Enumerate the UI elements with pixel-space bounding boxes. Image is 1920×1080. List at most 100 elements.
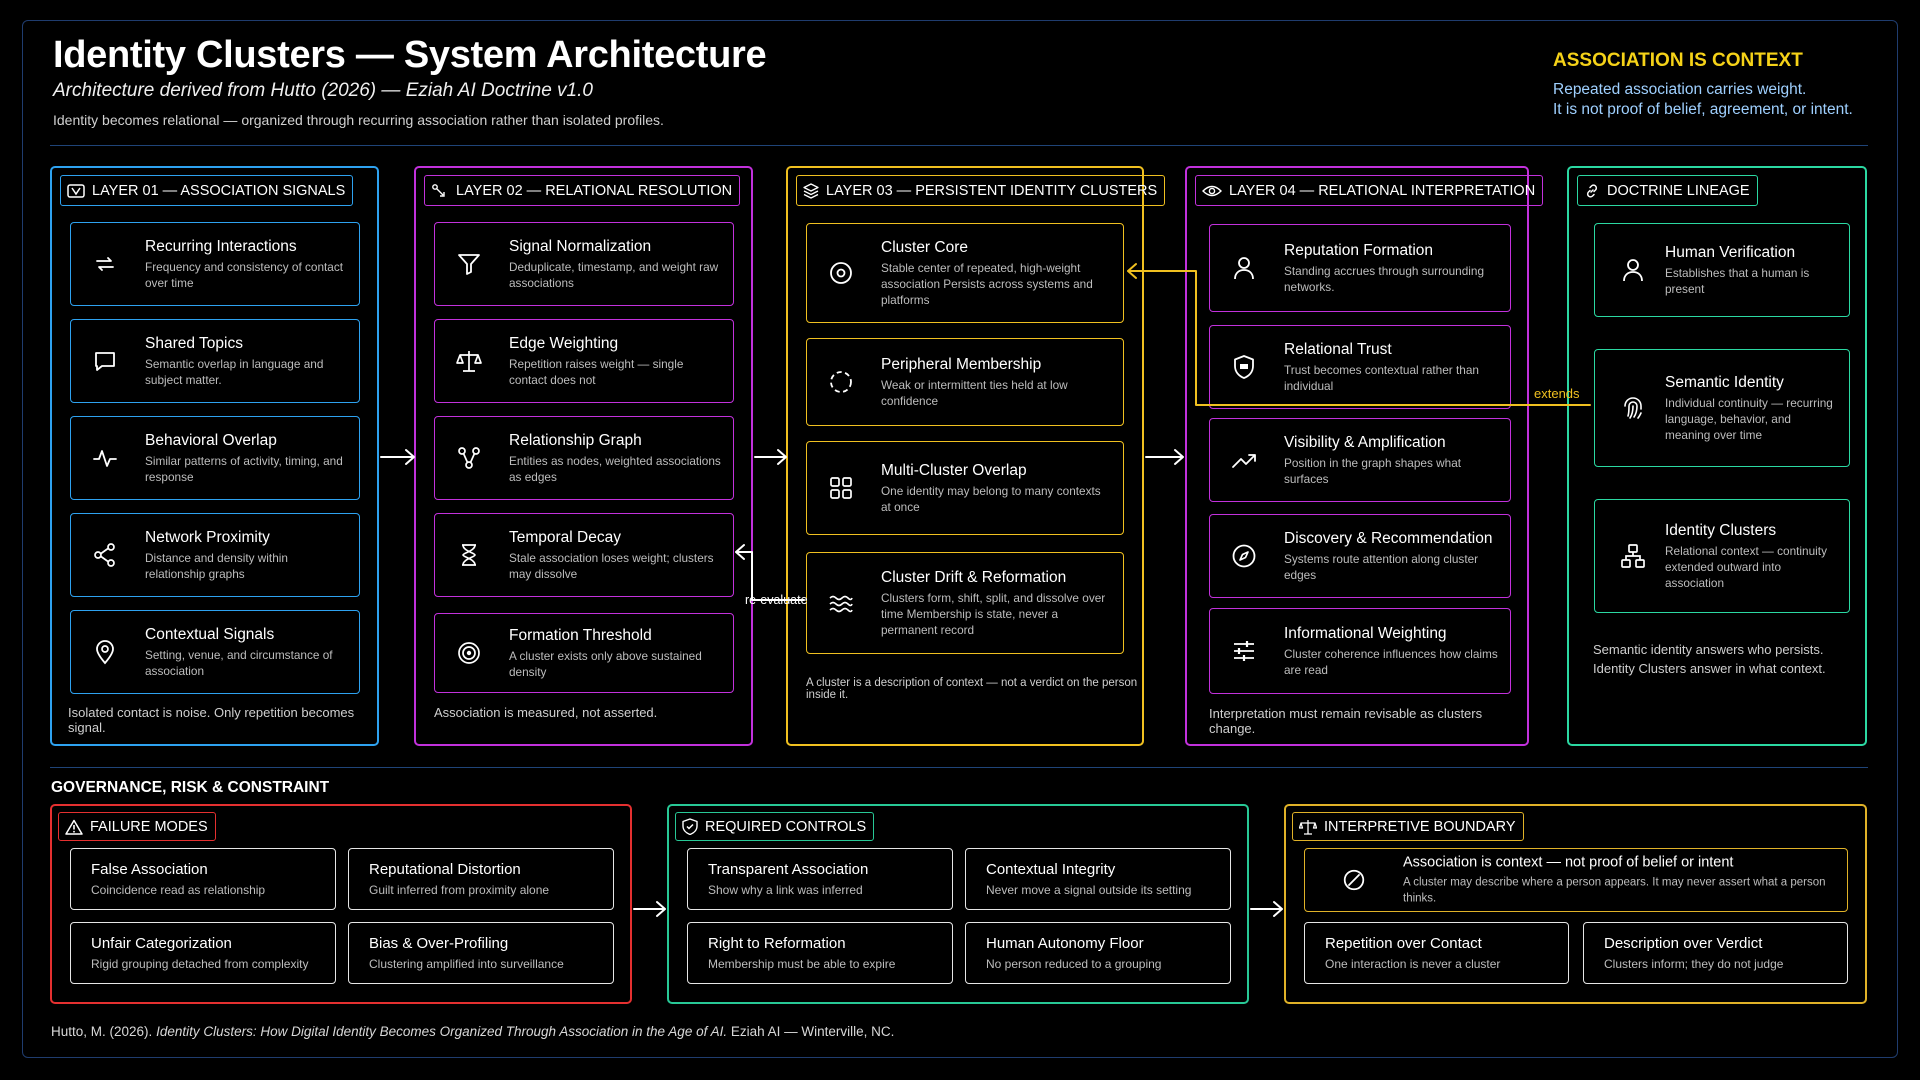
card-peripheral-membership[interactable]: Peripheral Membership Weak or intermitten… — [806, 338, 1124, 426]
shield-icon — [1234, 355, 1254, 379]
card-desc: Distance and density within relationship… — [145, 551, 288, 581]
card-desc: Clusters form, shift, split, and dissolv… — [881, 591, 1106, 637]
card-behavioral-overlap[interactable]: Behavioral Overlap Similar patterns of ac… — [70, 416, 360, 500]
doctrine-lineage-panel: DOCTRINE LINEAGE Human Verification Estab… — [1567, 166, 1867, 746]
item-desc: Clustering amplified into surveillance — [369, 957, 564, 971]
layer-04-panel: LAYER 04 — RELATIONAL INTERPRETATION Rep… — [1185, 166, 1544, 746]
card-name: Temporal Decay — [509, 529, 621, 546]
card-name: Cluster Core — [881, 239, 968, 256]
boundary-main-card[interactable]: Association is context — not proof of be… — [1304, 848, 1848, 912]
sliders-icon — [1234, 641, 1254, 661]
layer-04-tag: LAYER 04 — RELATIONAL INTERPRETATION — [1195, 175, 1544, 206]
item-desc: Membership must be able to expire — [708, 957, 896, 971]
citation-publisher: Eziah AI — Winterville, NC. — [730, 1024, 895, 1039]
card-name: Signal Normalization — [509, 238, 652, 255]
failure-reputational-distortion[interactable]: Reputational Distortion Guilt inferred f… — [348, 848, 614, 910]
card-shared-topics[interactable]: Shared Topics Semantic overlap in languag… — [70, 319, 360, 403]
layer-02-panel: LAYER 02 — RELATIONAL RESOLUTION Signal … — [414, 166, 753, 746]
boundary-repetition-over-contact[interactable]: Repetition over Contact One interaction … — [1304, 922, 1569, 984]
layer-02-title: LAYER 02 — RELATIONAL RESOLUTION — [456, 182, 733, 199]
control-transparent-association[interactable]: Transparent Association Show why a link … — [687, 848, 953, 910]
eye-icon — [1202, 185, 1222, 196]
page-subtitle: Architecture derived from Hutto (2026) —… — [53, 80, 593, 101]
item-name: Bias & Over-Profiling — [369, 935, 509, 952]
card-name: Cluster Drift & Reformation — [881, 569, 1067, 586]
card-desc: Setting, venue, and circumstance of asso… — [145, 648, 333, 678]
required-controls-panel: REQUIRED CONTROLS Transparent Associatio… — [667, 804, 1249, 1004]
layer-03-footer: A cluster is a description of context — … — [806, 677, 1138, 701]
item-desc: Guilt inferred from proximity alone — [369, 883, 550, 897]
failure-modes-tag: FAILURE MODES — [58, 812, 216, 841]
card-name: Multi-Cluster Overlap — [881, 462, 1027, 479]
card-cluster-core[interactable]: Cluster Core Stable center of repeated, h… — [806, 223, 1124, 323]
card-desc: Stale association loses weight; clusters… — [509, 551, 714, 581]
item-name: Reputational Distortion — [369, 861, 521, 878]
card-signal-normalization[interactable]: Signal Normalization Deduplicate, timesta… — [434, 222, 734, 306]
pulse-icon — [93, 450, 117, 467]
card-network-proximity[interactable]: Network Proximity Distance and density wi… — [70, 513, 360, 597]
card-recurring-interactions[interactable]: Recurring Interactions Frequency and cons… — [70, 222, 360, 306]
failure-unfair-categorization[interactable]: Unfair Categorization Rigid grouping det… — [70, 922, 336, 984]
card-name: Edge Weighting — [509, 335, 619, 352]
layer-04-footer: Interpretation must remain revisable as … — [1209, 706, 1483, 736]
doctrine-footer-line-1: Semantic identity answers who persists. — [1593, 642, 1824, 657]
control-right-to-reformation[interactable]: Right to Reformation Membership must be … — [687, 922, 953, 984]
card-desc: Stable center of repeated, high-weight a… — [881, 261, 1093, 307]
card-informational-weighting[interactable]: Informational Weighting Cluster coherence… — [1209, 608, 1511, 694]
card-formation-threshold[interactable]: Formation Threshold A cluster exists only… — [434, 613, 734, 693]
card-identity-clusters[interactable]: Identity Clusters Relational context — co… — [1594, 499, 1850, 613]
card-cluster-drift[interactable]: Cluster Drift & Reformation Clusters form… — [806, 552, 1124, 654]
failure-false-association[interactable]: False Association Coincidence read as re… — [70, 848, 336, 910]
interpretive-boundary-panel: INTERPRETIVE BOUNDARY Association is con… — [1284, 804, 1867, 1004]
chat-bubble-icon — [95, 352, 115, 371]
item-name: Transparent Association — [708, 861, 869, 878]
card-discovery-recommendation[interactable]: Discovery & Recommendation Systems route … — [1209, 514, 1511, 598]
failure-bias-over-profiling[interactable]: Bias & Over-Profiling Clustering amplifi… — [348, 922, 614, 984]
shield-check-icon — [682, 818, 698, 835]
card-visibility-amplification[interactable]: Visibility & Amplification Position in th… — [1209, 418, 1511, 502]
prohibited-icon — [1343, 869, 1365, 891]
card-name: Formation Threshold — [509, 627, 652, 644]
card-multi-cluster-overlap[interactable]: Multi-Cluster Overlap One identity may be… — [806, 441, 1124, 535]
card-name: Recurring Interactions — [145, 238, 297, 255]
control-contextual-integrity[interactable]: Contextual Integrity Never move a signal… — [965, 848, 1231, 910]
citation-author: Hutto, M. (2026). — [51, 1024, 153, 1039]
card-name: Human Verification — [1665, 244, 1796, 261]
card-temporal-decay[interactable]: Temporal Decay Stale association loses we… — [434, 513, 734, 597]
card-name: Reputation Formation — [1284, 242, 1434, 259]
item-name: Description over Verdict — [1604, 935, 1763, 952]
card-edge-weighting[interactable]: Edge Weighting Repetition raises weight —… — [434, 319, 734, 403]
card-name: Identity Clusters — [1665, 522, 1777, 539]
doctrine-lineage-title: DOCTRINE LINEAGE — [1607, 182, 1750, 199]
card-contextual-signals[interactable]: Contextual Signals Setting, venue, and ci… — [70, 610, 360, 694]
card-desc: Semantic overlap in language and subject… — [145, 357, 324, 387]
card-desc: Entities as nodes, weighted associations… — [509, 454, 721, 484]
card-name: Network Proximity — [145, 529, 270, 546]
card-name: Behavioral Overlap — [145, 432, 277, 449]
resolution-icon — [432, 183, 445, 197]
extends-label: extends — [1534, 386, 1580, 401]
card-name: Peripheral Membership — [881, 356, 1042, 373]
link-icon — [1586, 183, 1598, 198]
location-pin-icon — [96, 640, 114, 665]
card-relationship-graph[interactable]: Relationship Graph Entities as nodes, wei… — [434, 416, 734, 500]
layer-03-title: LAYER 03 — PERSISTENT IDENTITY CLUSTERS — [826, 182, 1158, 199]
card-desc: Repetition raises weight — single contac… — [509, 357, 684, 387]
layer-04-title: LAYER 04 — RELATIONAL INTERPRETATION — [1229, 182, 1536, 199]
card-desc: Standing accrues through surrounding net… — [1284, 264, 1485, 294]
card-human-verification[interactable]: Human Verification Establishes that a hum… — [1594, 223, 1850, 317]
layer-01-title: LAYER 01 — ASSOCIATION SIGNALS — [92, 182, 346, 199]
card-semantic-identity[interactable]: Semantic Identity Individual continuity —… — [1594, 349, 1850, 467]
share-nodes-icon — [94, 543, 115, 567]
card-reputation-formation[interactable]: Reputation Formation Standing accrues thr… — [1209, 224, 1511, 312]
card-desc: Systems route attention along cluster ed… — [1284, 552, 1479, 582]
warning-icon — [65, 819, 83, 835]
card-name: Visibility & Amplification — [1284, 434, 1446, 451]
card-desc: Position in the graph shapes what surfac… — [1284, 456, 1462, 486]
item-name: False Association — [91, 861, 208, 878]
card-relational-trust[interactable]: Relational Trust Trust becomes contextual… — [1209, 325, 1511, 409]
control-human-autonomy-floor[interactable]: Human Autonomy Floor No person reduced t… — [965, 922, 1231, 984]
boundary-description-over-verdict[interactable]: Description over Verdict Clusters inform… — [1583, 922, 1848, 984]
user-icon — [1234, 257, 1254, 280]
signal-icon — [67, 183, 85, 198]
